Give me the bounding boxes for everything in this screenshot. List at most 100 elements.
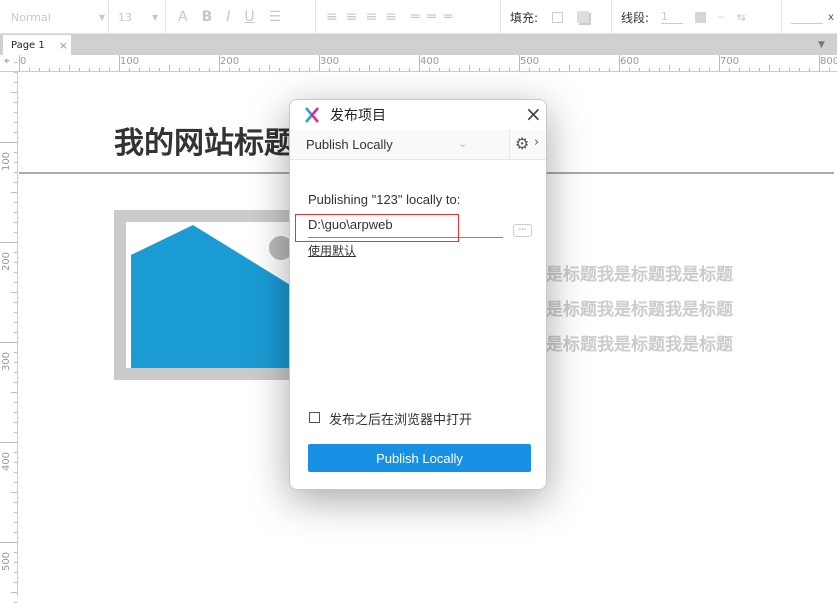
close-icon[interactable]: × — [525, 102, 542, 126]
ruler-tick — [14, 232, 17, 233]
font-color-icon[interactable]: A — [178, 9, 188, 25]
use-default-link[interactable]: 使用默认 — [308, 242, 356, 259]
ruler-tick — [269, 65, 270, 71]
ruler-label: 600 — [620, 56, 640, 67]
ruler-tick — [729, 68, 730, 71]
close-icon[interactable]: × — [59, 39, 68, 52]
ruler-tick — [169, 65, 170, 71]
ruler-tick — [599, 68, 600, 71]
ruler-tick — [259, 68, 260, 71]
chevron-down-icon: ▼ — [98, 12, 105, 22]
open-after-label[interactable]: 发布之后在浏览器中打开 — [329, 409, 472, 428]
ruler-tick — [14, 432, 17, 433]
bold-icon[interactable]: B — [202, 9, 213, 25]
ruler-tick — [529, 68, 530, 71]
tab-page-1[interactable]: Page 1 × — [3, 35, 71, 55]
ruler-tick — [0, 542, 17, 543]
ruler-tick — [199, 68, 200, 71]
ruler-tick — [14, 282, 17, 283]
ruler-label: 100 — [120, 56, 140, 67]
ruler-tick — [139, 68, 140, 71]
browse-button[interactable]: ··· — [513, 224, 532, 237]
ruler-tick — [429, 68, 430, 71]
stroke-color-swatch[interactable] — [695, 11, 707, 23]
tab-menu-chevron-icon[interactable]: ▼ — [818, 40, 825, 50]
font-size-select[interactable]: 13 ▼ — [118, 0, 158, 34]
ruler-label: 400 — [1, 451, 13, 472]
ruler-tick — [79, 68, 80, 71]
ruler-tick — [659, 68, 660, 71]
ruler-tick — [14, 402, 17, 403]
shadow-swatch[interactable] — [577, 11, 590, 23]
ruler-tick — [639, 68, 640, 71]
ruler-tick — [14, 382, 17, 383]
ruler-tick — [309, 68, 310, 71]
style-select[interactable]: Normal ▼ — [11, 0, 105, 34]
ruler-tick — [189, 68, 190, 71]
publish-dialog: 发布项目 × Publish Locally ⌄ ⚙ › Publishing … — [289, 99, 547, 490]
valign-middle-icon[interactable]: ═ — [427, 9, 435, 25]
app-logo-icon — [305, 107, 319, 123]
ruler-tick — [0, 242, 17, 243]
align-right-icon[interactable]: ≡ — [365, 9, 377, 25]
open-after-checkbox[interactable] — [309, 412, 320, 423]
ruler-tick — [14, 182, 17, 183]
valign-top-icon[interactable]: ═ — [411, 9, 419, 25]
underline-icon[interactable]: U — [244, 9, 254, 25]
stroke-width-input[interactable]: 1 — [661, 10, 684, 24]
ruler-tick — [14, 172, 17, 173]
canvas-heading[interactable]: 我的网站标题 — [114, 118, 294, 162]
ruler-tick — [14, 412, 17, 413]
ruler-tick — [559, 68, 560, 71]
ruler-tick — [14, 552, 17, 553]
ruler-tick — [14, 572, 17, 573]
ruler-tick — [809, 68, 810, 71]
x-input[interactable] — [791, 10, 823, 24]
ruler-tick — [439, 68, 440, 71]
arrow-style-icon[interactable]: ⇆ — [737, 11, 746, 24]
ruler-tick — [759, 68, 760, 71]
chevron-right-icon[interactable]: › — [534, 135, 539, 150]
ruler-tick — [129, 68, 130, 71]
ruler-tick — [14, 502, 17, 503]
ruler-label: 500 — [520, 56, 540, 67]
dash-style-icon[interactable]: ┄ — [718, 11, 725, 24]
ruler-tick — [14, 202, 17, 203]
ruler-tick — [799, 68, 800, 71]
ruler-tick — [11, 92, 17, 93]
ruler-label: 0 — [20, 56, 27, 67]
ruler-tick — [14, 102, 17, 103]
align-left-icon[interactable]: ≡ — [326, 9, 338, 25]
gear-icon[interactable]: ⚙ — [515, 134, 529, 153]
ruler-tick — [569, 65, 570, 71]
ruler-tick — [739, 68, 740, 71]
publish-locally-button[interactable]: Publish Locally — [308, 444, 531, 472]
italic-icon[interactable]: I — [226, 9, 230, 25]
ruler-tick — [749, 68, 750, 71]
ruler-tick — [779, 68, 780, 71]
ruler-tick — [709, 68, 710, 71]
ruler-tick — [59, 68, 60, 71]
publish-message: Publishing "123" locally to: — [308, 192, 461, 207]
list-icon[interactable]: ☰ — [269, 9, 282, 25]
ruler-tick — [14, 62, 17, 63]
ruler-tick — [629, 68, 630, 71]
fill-color-swatch[interactable] — [552, 11, 564, 23]
ruler-tick — [29, 68, 30, 71]
align-center-icon[interactable]: ≡ — [346, 9, 358, 25]
ruler-tick — [539, 68, 540, 71]
ruler-tick — [769, 65, 770, 71]
ruler-tick — [789, 68, 790, 71]
ruler-tick — [469, 65, 470, 71]
ruler-tick — [39, 68, 40, 71]
ruler-tick — [11, 192, 17, 193]
ruler-tick — [279, 68, 280, 71]
ruler-tick — [14, 532, 17, 533]
ruler-tick — [14, 212, 17, 213]
valign-bottom-icon[interactable]: ═ — [444, 9, 452, 25]
publish-mode-select[interactable]: Publish Locally ⌄ ⚙ › — [290, 130, 546, 160]
ruler-tick — [389, 68, 390, 71]
justify-icon[interactable]: ≡ — [385, 9, 397, 25]
ruler-tick — [14, 152, 17, 153]
ruler-tick — [609, 68, 610, 71]
